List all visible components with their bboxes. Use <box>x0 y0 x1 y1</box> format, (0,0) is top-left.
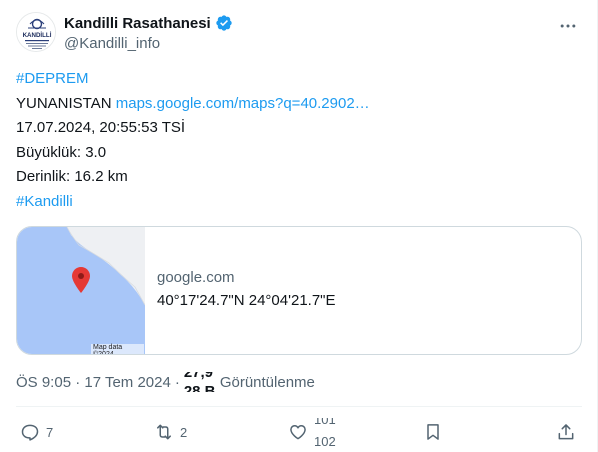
hashtag-kandilli[interactable]: #Kandilli <box>16 193 73 210</box>
repost-icon <box>157 424 171 440</box>
map-thumbnail: Map data ©2024 <box>17 227 146 354</box>
views-count-old: 27,9 <box>183 372 214 381</box>
action-bar: 7 2 101 102 <box>16 418 582 446</box>
card-coordinates: 40°17'24.7"N 24°04'21.7"E <box>157 292 336 309</box>
actions-divider <box>16 406 582 407</box>
reply-button[interactable]: 7 <box>20 418 53 446</box>
meta-separator: · <box>174 373 180 391</box>
timestamp-link[interactable]: ÖS 9:05 · 17 Tem 2024 <box>16 374 171 391</box>
depth-text: Derinlik: 16.2 km <box>16 168 128 185</box>
maps-link[interactable]: maps.google.com/maps?q=40.2902… <box>116 95 370 112</box>
heart-icon <box>290 425 306 440</box>
repost-count: 2 <box>180 424 188 440</box>
reply-icon <box>21 424 39 441</box>
card-text: google.com 40°17'24.7"N 24°04'21.7"E <box>157 269 336 309</box>
like-count-old: 101 <box>314 418 336 427</box>
share-button[interactable] <box>556 418 576 446</box>
tweet-header: KANDİLLİ Kandilli Rasathanesi @Kandilli_… <box>16 12 582 56</box>
verified-badge-icon <box>215 14 233 32</box>
card-domain: google.com <box>157 269 235 286</box>
views-count-new: 28 B <box>183 383 216 392</box>
views-count: 27,9 28 B <box>184 372 216 392</box>
handle[interactable]: @Kandilli_info <box>64 35 160 52</box>
like-count-new: 102 <box>314 434 336 446</box>
magnitude-text: Büyüklük: 3.0 <box>16 143 107 161</box>
reply-count: 7 <box>46 424 54 440</box>
link-card[interactable]: Map data ©2024 google.com 40°17'24.7"N 2… <box>16 226 582 355</box>
tweet-text: #DEPREM YUNANISTAN maps.google.com/maps?… <box>16 66 582 213</box>
kandilli-logo-icon: KANDİLLİ <box>17 13 55 51</box>
map-credit: Map data ©2024 <box>91 344 144 354</box>
share-icon <box>558 424 574 440</box>
bookmark-button[interactable] <box>423 418 443 446</box>
svg-text:KANDİLLİ: KANDİLLİ <box>23 32 52 39</box>
name-row: Kandilli Rasathanesi <box>64 14 233 32</box>
map-pin-icon <box>72 267 90 293</box>
display-name[interactable]: Kandilli Rasathanesi <box>64 15 211 32</box>
bookmark-icon <box>427 424 439 440</box>
location-text: YUNANISTAN <box>16 94 112 112</box>
like-button[interactable]: 101 102 <box>288 418 340 446</box>
like-count: 101 102 <box>314 418 340 446</box>
datetime-text: 17.07.2024, 20:55:53 TSİ <box>16 119 186 136</box>
hashtag-deprem[interactable]: #DEPREM <box>16 70 89 87</box>
more-icon <box>560 24 576 28</box>
repost-button[interactable]: 2 <box>154 418 187 446</box>
avatar[interactable]: KANDİLLİ <box>16 12 56 52</box>
tweet-meta: ÖS 9:05 · 17 Tem 2024 · 27,9 28 B Görünt… <box>16 372 315 392</box>
views-label: Görüntülenme <box>219 373 315 391</box>
more-options-button[interactable] <box>556 14 580 38</box>
